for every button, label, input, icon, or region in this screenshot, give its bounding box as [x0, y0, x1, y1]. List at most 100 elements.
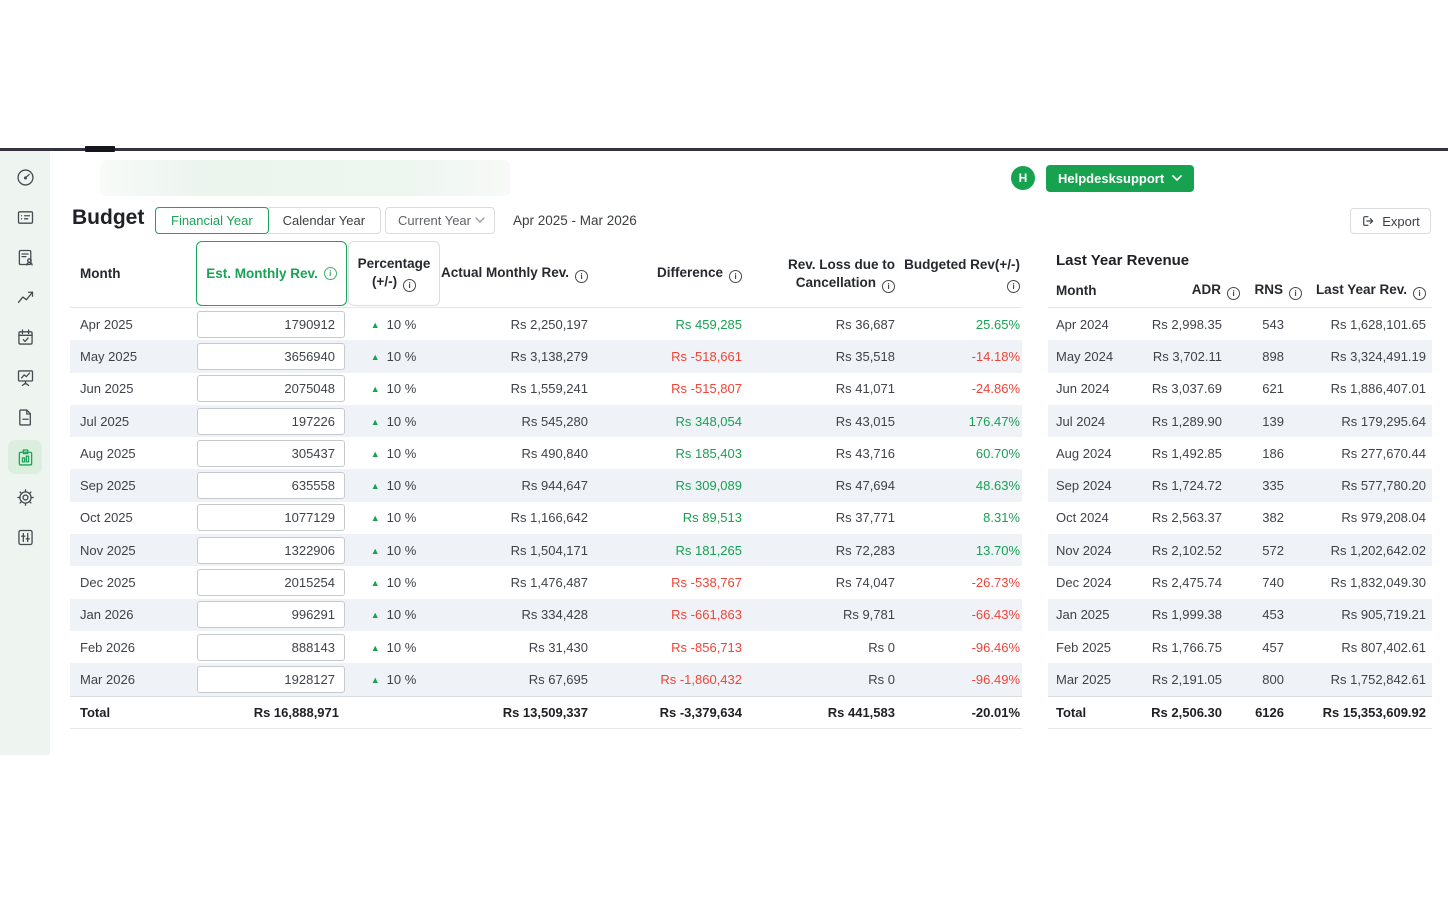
difference-cell: Rs -1,860,432 — [590, 672, 744, 687]
rev-loss-cell: Rs 0 — [744, 672, 897, 687]
est-monthly-rev-input[interactable] — [197, 601, 345, 628]
sidebar-item-presentation-chart[interactable] — [8, 360, 42, 394]
year-select[interactable]: Current Year — [385, 207, 495, 234]
budgeted-cell: -26.73% — [897, 575, 1022, 590]
gear-icon — [15, 487, 36, 508]
sidebar-item-budget-clipboard[interactable] — [8, 440, 42, 474]
est-monthly-rev-input[interactable] — [197, 666, 345, 693]
adr-cell: Rs 1,999.38 — [1136, 607, 1248, 622]
adr-cell: Rs 1,766.75 — [1136, 640, 1248, 655]
export-icon — [1361, 214, 1375, 228]
adr-cell: Rs 3,702.11 — [1136, 349, 1248, 364]
est-monthly-rev-input[interactable] — [197, 440, 345, 467]
est-monthly-rev-input[interactable] — [197, 504, 345, 531]
last-year-rev-cell: Rs 1,202,642.02 — [1310, 543, 1432, 558]
sidebar-item-trend-chart[interactable] — [8, 280, 42, 314]
est-monthly-rev-input[interactable] — [197, 472, 345, 499]
month-cell: Jul 2025 — [70, 414, 196, 429]
gauge-icon — [15, 167, 36, 188]
adr-cell: Rs 2,102.52 — [1136, 543, 1248, 558]
last-year-rev-cell: Rs 1,752,842.61 — [1310, 672, 1432, 687]
last-year-row: Nov 2024Rs 2,102.52572Rs 1,202,642.02 — [1048, 534, 1432, 566]
rev-loss-cell: Rs 0 — [744, 640, 897, 655]
month-cell: Apr 2024 — [1048, 317, 1136, 332]
rns-cell: 740 — [1248, 575, 1310, 590]
difference-cell: Rs 348,054 — [590, 414, 744, 429]
avatar[interactable]: H — [1011, 166, 1035, 190]
rns-cell: 800 — [1248, 672, 1310, 687]
last-year-row: May 2024Rs 3,702.11898Rs 3,324,491.19 — [1048, 340, 1432, 372]
budgeted-cell: 48.63% — [897, 478, 1022, 493]
month-cell: Apr 2025 — [70, 317, 196, 332]
info-icon[interactable] — [1413, 287, 1426, 300]
est-cell — [196, 472, 347, 499]
budget-row: Jul 2025▲10 %Rs 545,280Rs 348,054Rs 43,0… — [70, 405, 1022, 437]
est-monthly-rev-input[interactable] — [197, 343, 345, 370]
actual-cell: Rs 490,840 — [440, 446, 590, 461]
budget-row: Feb 2026▲10 %Rs 31,430Rs -856,713Rs 0-96… — [70, 631, 1022, 663]
sidebar-item-gear[interactable] — [8, 480, 42, 514]
sidebar-item-calendar-check[interactable] — [8, 320, 42, 354]
rev-loss-cell: Rs 9,781 — [744, 607, 897, 622]
sidebar-item-document-user[interactable] — [8, 240, 42, 274]
est-monthly-rev-input[interactable] — [197, 569, 345, 596]
adr-cell: Rs 1,724.72 — [1136, 478, 1248, 493]
month-cell: Nov 2024 — [1048, 543, 1136, 558]
info-icon[interactable] — [882, 280, 895, 293]
sidebar-item-gauge[interactable] — [8, 160, 42, 194]
info-icon[interactable] — [729, 270, 742, 283]
triangle-up-icon: ▲ — [371, 481, 380, 491]
last-year-rev-cell: Rs 1,832,049.30 — [1310, 575, 1432, 590]
est-cell — [196, 311, 347, 338]
percentage-cell: ▲10 % — [347, 381, 440, 396]
month-cell: Feb 2026 — [70, 640, 196, 655]
est-monthly-rev-input[interactable] — [197, 634, 345, 661]
info-icon[interactable] — [324, 267, 337, 280]
triangle-up-icon: ▲ — [371, 643, 380, 653]
rns-cell: 453 — [1248, 607, 1310, 622]
last-year-rev-cell: Rs 1,886,407.01 — [1310, 381, 1432, 396]
rns-cell: 898 — [1248, 349, 1310, 364]
est-monthly-rev-input[interactable] — [197, 537, 345, 564]
info-icon[interactable] — [1007, 280, 1020, 293]
month-cell: Aug 2025 — [70, 446, 196, 461]
col-header-actual-monthly-rev: Actual Monthly Rev. — [440, 265, 590, 283]
budget-row: Oct 2025▲10 %Rs 1,166,642Rs 89,513Rs 37,… — [70, 502, 1022, 534]
info-icon[interactable] — [1227, 287, 1240, 300]
budgeted-cell: -96.49% — [897, 672, 1022, 687]
col-header-est-monthly-rev: Est. Monthly Rev. — [196, 241, 347, 306]
month-cell: Sep 2024 — [1048, 478, 1136, 493]
budgeted-cell: 8.31% — [897, 510, 1022, 525]
sidebar-item-sliders[interactable] — [8, 520, 42, 554]
rev-loss-cell: Rs 74,047 — [744, 575, 897, 590]
adr-cell: Rs 1,492.85 — [1136, 446, 1248, 461]
adr-cell: Rs 2,191.05 — [1136, 672, 1248, 687]
est-monthly-rev-input[interactable] — [197, 311, 345, 338]
sidebar-item-file[interactable] — [8, 400, 42, 434]
info-icon[interactable] — [403, 279, 416, 292]
info-icon[interactable] — [575, 270, 588, 283]
est-cell — [196, 634, 347, 661]
actual-cell: Rs 3,138,279 — [440, 349, 590, 364]
actual-cell: Rs 1,559,241 — [440, 381, 590, 396]
page-title: Budget — [72, 206, 144, 230]
user-name: Helpdesksupport — [1058, 171, 1164, 186]
actual-cell: Rs 944,647 — [440, 478, 590, 493]
user-menu-button[interactable]: Helpdesksupport — [1046, 165, 1194, 192]
tab-financial-year[interactable]: Financial Year — [155, 207, 269, 234]
export-button[interactable]: Export — [1350, 208, 1431, 234]
percentage-cell: ▲10 % — [347, 607, 440, 622]
col-header-adr: ADR — [1136, 282, 1248, 300]
est-monthly-rev-input[interactable] — [197, 408, 345, 435]
col-header-month: Month — [70, 266, 196, 281]
total-rev: Rs 15,353,609.92 — [1310, 705, 1432, 720]
month-cell: Oct 2025 — [70, 510, 196, 525]
info-icon[interactable] — [1289, 287, 1302, 300]
sidebar-item-card-grid[interactable] — [8, 200, 42, 234]
window-top-border — [0, 148, 1448, 151]
triangle-up-icon: ▲ — [371, 384, 380, 394]
budget-row: Mar 2026▲10 %Rs 67,695Rs -1,860,432Rs 0-… — [70, 663, 1022, 695]
est-monthly-rev-input[interactable] — [197, 375, 345, 402]
tab-calendar-year[interactable]: Calendar Year — [268, 207, 381, 234]
col-header-month: Month — [1048, 283, 1136, 298]
